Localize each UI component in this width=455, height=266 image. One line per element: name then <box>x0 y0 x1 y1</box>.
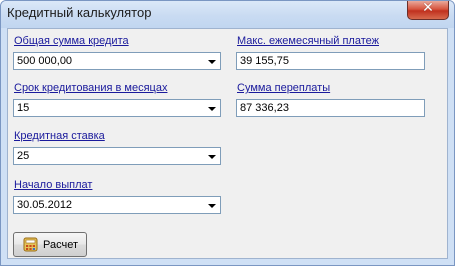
window-title: Кредитный калькулятор <box>7 5 152 20</box>
close-button[interactable]: ✕ <box>407 1 449 20</box>
start-date-value: 30.05.2012 <box>17 199 73 211</box>
term-months-label: Срок кредитования в месяцах <box>14 82 168 94</box>
term-months-combo[interactable]: 15 <box>13 99 221 117</box>
overpayment-value: 87 336,23 <box>240 102 289 114</box>
start-date-picker[interactable]: 30.05.2012 <box>13 196 221 214</box>
interest-rate-value: 25 <box>17 150 30 162</box>
title-bar[interactable]: Кредитный калькулятор ✕ <box>1 1 454 28</box>
close-icon: ✕ <box>422 0 434 16</box>
chevron-down-icon[interactable] <box>208 60 216 64</box>
form-panel: Общая сумма кредита 500 000,00 Срок кред… <box>7 28 448 259</box>
calculator-window: Кредитный калькулятор ✕ Общая сумма кред… <box>0 0 455 266</box>
overpayment-label: Сумма переплаты <box>237 82 331 94</box>
loan-amount-label: Общая сумма кредита <box>14 35 129 47</box>
interest-rate-label: Кредитная ставка <box>14 130 105 142</box>
calculate-button[interactable]: Расчет <box>13 232 87 257</box>
loan-amount-combo[interactable]: 500 000,00 <box>13 52 221 70</box>
start-date-label: Начало выплат <box>14 179 93 191</box>
term-months-value: 15 <box>17 102 30 114</box>
calculator-icon <box>23 237 38 252</box>
loan-amount-value: 500 000,00 <box>17 55 73 67</box>
max-monthly-payment-label: Макс. ежемесячный платеж <box>237 35 379 47</box>
interest-rate-combo[interactable]: 25 <box>13 147 221 165</box>
chevron-down-icon[interactable] <box>208 204 216 208</box>
max-monthly-payment-value: 39 155,75 <box>240 55 289 67</box>
chevron-down-icon[interactable] <box>208 107 216 111</box>
max-monthly-payment-field[interactable]: 39 155,75 <box>236 52 425 70</box>
chevron-down-icon[interactable] <box>208 155 216 159</box>
calculate-button-label: Расчет <box>43 239 78 251</box>
overpayment-field[interactable]: 87 336,23 <box>236 99 425 117</box>
